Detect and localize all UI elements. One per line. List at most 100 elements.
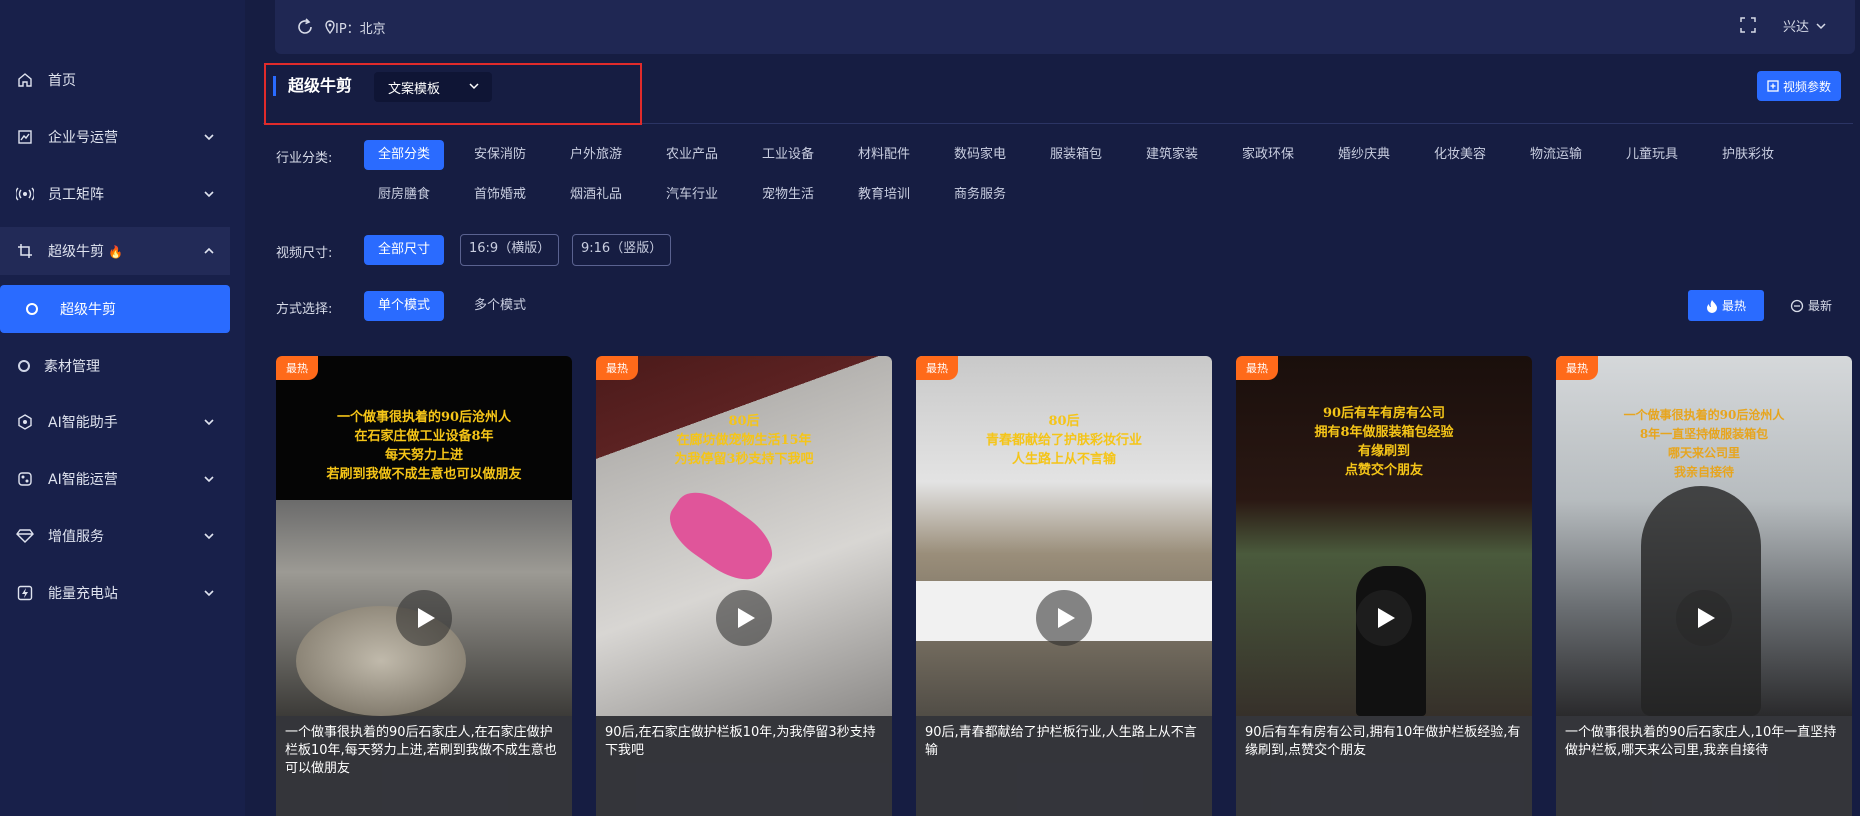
play-button[interactable] [1036, 590, 1092, 646]
video-caption: 一个做事很执着的90后石家庄人,10年一直坚持做护栏板,哪天来公司里,我亲自接待 [1556, 716, 1852, 816]
sidebar-item-ai-assistant[interactable]: AI智能助手 [0, 398, 230, 446]
hot-badge: 最热 [1236, 356, 1278, 380]
video-card[interactable]: 最热 一个做事很执着的90后沧州人 在石家庄做工业设备8年 每天努力上进 若刷到… [276, 356, 572, 816]
mode-label: 方式选择: [276, 302, 333, 317]
home-icon [16, 71, 34, 89]
template-select[interactable]: 文案模板 [374, 72, 492, 102]
video-thumbnail [916, 356, 1212, 716]
hot-badge: 最热 [1556, 356, 1598, 380]
user-name: 兴达 [1782, 20, 1809, 35]
industry-chip[interactable]: 数码家电 [940, 140, 1020, 170]
industry-chip[interactable]: 化妆美容 [1420, 140, 1500, 170]
size-chip[interactable]: 16:9（横版） [460, 234, 560, 266]
size-chip[interactable]: 全部尺寸 [364, 235, 445, 265]
industry-chip[interactable]: 商务服务 [940, 180, 1020, 210]
flame-icon [1706, 299, 1717, 313]
industry-chip[interactable]: 家政环保 [1228, 140, 1308, 170]
sidebar-item-ai-ops[interactable]: AI智能运营 [0, 455, 230, 503]
sort-new-button[interactable]: 最新 [1790, 297, 1832, 314]
chevron-down-icon [204, 476, 214, 483]
industry-chip[interactable]: 护肤彩妆 [1708, 140, 1788, 170]
sidebar-item-label-wrap: 超级牛剪 🔥 [48, 241, 202, 261]
sidebar-item-label: 增值服务 [48, 529, 104, 545]
hot-badge: 最热 [596, 356, 638, 380]
chevron-down-icon [1816, 22, 1826, 29]
chart-icon [16, 128, 34, 146]
overlay-text: 一个做事很执着的90后沧州人 在石家庄做工业设备8年 每天努力上进 若刷到我做不… [326, 410, 522, 482]
sidebar-item-label: 首页 [48, 73, 76, 89]
clock-icon [1790, 299, 1804, 312]
sidebar-item-value-added[interactable]: 增值服务 [0, 512, 230, 560]
sidebar-item-staff[interactable]: 员工矩阵 [0, 170, 230, 218]
user-menu[interactable]: 兴达 [1783, 16, 1827, 35]
sort-hot-label: 最热 [1721, 299, 1746, 313]
play-button[interactable] [1676, 590, 1732, 646]
industry-chip[interactable]: 教育培训 [844, 180, 924, 210]
sidebar-item-enterprise[interactable]: 企业号运营 [0, 113, 230, 161]
video-caption: 一个做事很执着的90后石家庄人,在石家庄做护栏板10年,每天努力上进,若刷到我做… [276, 716, 572, 816]
play-button[interactable] [396, 590, 452, 646]
chevron-down-icon [469, 83, 479, 90]
play-button[interactable] [1356, 590, 1412, 646]
play-button[interactable] [716, 590, 772, 646]
industry-chip[interactable]: 儿童玩具 [1612, 140, 1692, 170]
mode-chip[interactable]: 单个模式 [364, 291, 445, 321]
video-card[interactable]: 最热 80后 青春都献给了护肤彩妆行业 人生路上从不言输 90后,青春都献给了护… [916, 356, 1212, 816]
fullscreen-icon[interactable] [1739, 16, 1757, 34]
chevron-down-icon [204, 134, 214, 141]
mode-chip[interactable]: 多个模式 [460, 291, 540, 321]
industry-chip[interactable]: 首饰婚戒 [460, 180, 540, 210]
add-box-icon [1767, 80, 1779, 92]
industry-chip[interactable]: 户外旅游 [556, 140, 636, 170]
size-chip[interactable]: 9:16（竖版） [572, 234, 672, 266]
sidebar-item-materials[interactable]: 素材管理 [0, 342, 230, 390]
industry-chip[interactable]: 全部分类 [364, 140, 445, 170]
video-card[interactable]: 最热 80后 在廊坊做宠物生活15年 为我停留3秒支持下我吧 90后,在石家庄做… [596, 356, 892, 816]
industry-chip[interactable]: 农业产品 [652, 140, 732, 170]
video-caption: 90后,在石家庄做护栏板10年,为我停留3秒支持下我吧 [596, 716, 892, 816]
video-caption: 90后,青春都献给了护栏板行业,人生路上从不言输 [916, 716, 1212, 816]
video-card[interactable]: 最热 一个做事很执着的90后沧州人 8年一直坚持做服装箱包 哪天来公司里 我亲自… [1556, 356, 1852, 816]
sidebar-item-super-cut-sub[interactable]: 超级牛剪 [0, 285, 230, 333]
refresh-icon[interactable] [295, 17, 315, 37]
sidebar-item-label: 员工矩阵 [48, 187, 104, 203]
play-icon [738, 608, 755, 628]
industry-chip[interactable]: 建筑家装 [1132, 140, 1212, 170]
play-icon [1698, 608, 1715, 628]
sort-hot-button[interactable]: 最热 [1688, 290, 1764, 321]
broadcast-icon [16, 185, 34, 203]
ip-location: IP：北京 [325, 18, 386, 37]
hot-badge: 最热 [916, 356, 958, 380]
sidebar-item-energy[interactable]: 能量充电站 [0, 569, 230, 617]
industry-chip[interactable]: 工业设备 [748, 140, 828, 170]
industry-chip[interactable]: 服装箱包 [1036, 140, 1116, 170]
sidebar-item-label: 超级牛剪 [48, 244, 104, 260]
flame-icon: 🔥 [108, 245, 123, 259]
play-icon [1058, 608, 1075, 628]
industry-chip[interactable]: 物流运输 [1516, 140, 1596, 170]
sidebar: 首页 企业号运营 员工矩阵 超级牛剪 🔥 超级牛剪 素材管理 AI智能助手 AI智… [0, 0, 245, 816]
sidebar-item-home[interactable]: 首页 [0, 56, 230, 104]
lightning-icon [16, 584, 34, 602]
video-card[interactable]: 最热 90后有车有房有公司 拥有8年做服装箱包经验 有缘刷到 点赞交个朋友 90… [1236, 356, 1532, 816]
play-icon [1378, 608, 1395, 628]
industry-chip[interactable]: 婚纱庆典 [1324, 140, 1404, 170]
overlay-text: 90后有车有房有公司 拥有8年做服装箱包经验 有缘刷到 点赞交个朋友 [1314, 406, 1454, 478]
size-label: 视频尺寸: [276, 246, 333, 261]
industry-chip[interactable]: 安保消防 [460, 140, 540, 170]
chevron-down-icon [204, 590, 214, 597]
overlay-text: 80后 青春都献给了护肤彩妆行业 人生路上从不言输 [985, 414, 1142, 467]
video-params-button[interactable]: 视频参数 [1757, 71, 1841, 101]
industry-chip[interactable]: 汽车行业 [652, 180, 732, 210]
industry-chip[interactable]: 厨房膳食 [364, 180, 444, 210]
sidebar-item-label: 素材管理 [44, 359, 100, 375]
chevron-up-icon [204, 247, 214, 254]
overlay-text: 一个做事很执着的90后沧州人 8年一直坚持做服装箱包 哪天来公司里 我亲自接待 [1623, 408, 1785, 479]
video-caption: 90后有车有房有公司,拥有10年做护栏板经验,有缘刷到,点赞交个朋友 [1236, 716, 1532, 816]
circle-icon [18, 360, 30, 372]
industry-chip[interactable]: 宠物生活 [748, 180, 828, 210]
crop-icon [16, 242, 34, 260]
industry-chip[interactable]: 材料配件 [844, 140, 924, 170]
industry-chip[interactable]: 烟酒礼品 [556, 180, 636, 210]
sidebar-item-super-cut[interactable]: 超级牛剪 🔥 [0, 227, 230, 275]
